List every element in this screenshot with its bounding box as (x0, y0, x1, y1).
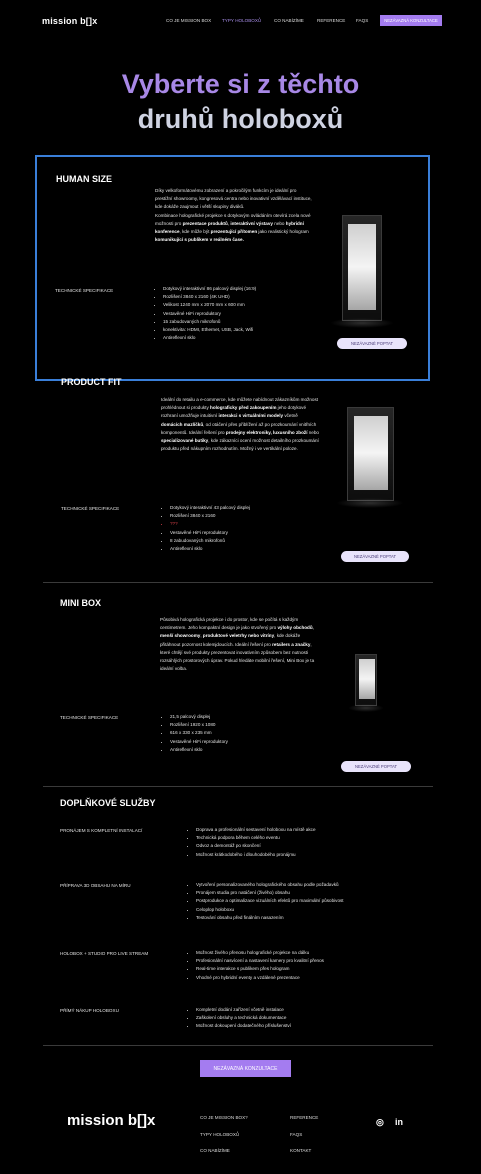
footer-link[interactable]: TYPY HOLOBOXŮ (200, 1132, 239, 1137)
divider (43, 1045, 433, 1046)
list-item: Profesionální nasvícení a nastavení kame… (196, 957, 446, 965)
list-item: Možnost dokoupení dodatečného příslušens… (196, 1022, 446, 1030)
list-item: 15 zabudovaných mikrofonů (163, 318, 333, 326)
list-item: 8 zabudovaných mikrofonů (170, 537, 330, 545)
list-item: Real-time interakce s publikem přes holo… (196, 965, 446, 973)
nav-typy-holoboxu[interactable]: TYPY HOLOBOXŮ (222, 18, 261, 23)
product-title: PRODUCT FIT (61, 377, 122, 387)
list-item: Antireflexní sklo (170, 746, 330, 754)
product-description: Působivá holografická projekce i do pros… (160, 617, 315, 672)
list-item: Vestavěné HiFi reproduktory (163, 310, 333, 318)
mini-box-holobox-image (355, 654, 377, 706)
list-item: Antireflexní sklo (170, 545, 330, 553)
list-item: Vestavěné HiFi reproduktory (170, 738, 330, 746)
service-label: PRONÁJEM S KOMPLETNÍ INSTALACÍ (60, 828, 143, 833)
list-item: Možnost krátkodobého i dlouhodobého pron… (196, 851, 446, 859)
footer-link[interactable]: CO JE MISSION BOX? (200, 1115, 248, 1120)
list-item: Doprava a profesionální sestavení holobo… (196, 826, 446, 834)
nav-co-nabizime[interactable]: CO NABÍZÍME (274, 18, 304, 23)
nav-faqs[interactable]: FAQS (356, 18, 368, 23)
spec-list: Dotykový interaktivní 43 palcový displej… (162, 504, 330, 553)
list-item: Odvoz a demontáž po skončení (196, 842, 446, 850)
divider (43, 786, 433, 787)
list-item: Rozlišení 1920 x 1080 (170, 721, 330, 729)
list-item: Rozlišení 3840 x 2160 (170, 512, 330, 520)
list-item: Zaškolení obsluhy a technická dokumentac… (196, 1014, 446, 1022)
list-item: Technická podpora během celého eventu (196, 834, 446, 842)
list-item: Testování obsahu před finálním nasazením (196, 914, 446, 922)
inquiry-button[interactable]: NEZÁVAZNÉ POPTAT (341, 551, 409, 562)
linkedin-icon[interactable]: in (395, 1117, 403, 1127)
list-item: Postprodukce a optimalizace vizuálních e… (196, 897, 446, 905)
product-title: HUMAN SIZE (56, 174, 112, 184)
service-points: Doprava a profesionální sestavení holobo… (188, 826, 446, 859)
inquiry-button[interactable]: NEZÁVAZNÉ POPTAT (337, 338, 407, 349)
service-label: PŘÍMÝ NÁKUP HOLOBOXU (60, 1008, 119, 1013)
footer-link[interactable]: FAQS (290, 1132, 302, 1137)
divider (43, 582, 433, 583)
list-item: Velikost 1240 mm x 2070 mm x 600 mm (163, 301, 333, 309)
spec-label: TECHNICKÉ SPECIFIKACE (60, 715, 119, 720)
service-label: PŘÍPRAVA 3D OBSAHU NA MÍRU (60, 883, 131, 888)
service-label: HOLOBOX + STUDIO PRO LIVE STREAM (60, 951, 149, 956)
service-points: Možnost živého přenosu holografické proj… (188, 949, 446, 982)
spec-list: 21,5 palcový displejRozlišení 1920 x 108… (162, 713, 330, 754)
list-item: Dotykový interaktivní 43 palcový displej (170, 504, 330, 512)
product-description: Díky velkoformátovému zobrazení a pokroč… (155, 188, 312, 243)
nav-reference[interactable]: REFERENCE (317, 18, 345, 23)
list-item: Možnost živého přenosu holografické proj… (196, 949, 446, 957)
human-size-holobox-image (342, 215, 382, 321)
header-consultation-button[interactable]: NEZÁVAZNÁ KONZULTACE (380, 15, 442, 26)
list-item: Vestavěné HiFi reproduktory (170, 529, 330, 537)
product-fit-holobox-image (347, 407, 394, 501)
list-item: ??? (170, 520, 330, 528)
spec-list: Dotykový interaktivní 86 palcový displej… (155, 285, 333, 342)
list-item: Antireflexní sklo (163, 334, 333, 342)
list-item: Vytvoření personalizovaného holografické… (196, 881, 446, 889)
services-title: DOPLŇKOVÉ SLUŽBY (60, 798, 156, 808)
service-points: Kompletní dodání zařízení včetně instala… (188, 1006, 446, 1031)
hero-title-line1: Vyberte si z těchto (121, 69, 360, 99)
instagram-icon[interactable]: ◎ (376, 1117, 384, 1128)
service-points: Vytvoření personalizovaného holografické… (188, 881, 446, 922)
list-item: Dotykový interaktivní 86 palcový displej… (163, 285, 333, 293)
list-item: Celoplop holoboxu (196, 906, 446, 914)
inquiry-button[interactable]: NEZÁVAZNÉ POPTAT (341, 761, 411, 772)
list-item: 616 x 330 x 235 mm (170, 729, 330, 737)
consultation-button[interactable]: NEZÁVAZNÁ KONZULTACE (200, 1060, 291, 1077)
list-item: Pronájem studia pro natáčení (živého) ob… (196, 889, 446, 897)
hero-title-line2: druhů holoboxů (137, 104, 344, 134)
product-title: MINI BOX (60, 598, 102, 608)
nav-co-je-mission-box[interactable]: CO JE MISSION BOX (166, 18, 211, 23)
footer-link[interactable]: KONTAKT (290, 1148, 311, 1153)
list-item: Vhodné pro hybridní eventy a vzdálené pr… (196, 974, 446, 982)
list-item: 21,5 palcový displej (170, 713, 330, 721)
list-item: konektivita: HDMI, Ethernet, USB, Jack, … (163, 326, 333, 334)
list-item: Rozlišení 3840 x 2160 (4K UHD) (163, 293, 333, 301)
spec-label: TECHNICKÉ SPECIFIKACE (61, 506, 120, 511)
footer-link[interactable]: CO NABÍZÍME (200, 1148, 230, 1153)
footer-link[interactable]: REFERENCE (290, 1115, 318, 1120)
spec-label: TECHNICKÉ SPECIFIKACE (55, 288, 114, 293)
logo[interactable]: mission b[]x (42, 16, 97, 26)
footer-logo[interactable]: mission b[]x (67, 1112, 155, 1129)
product-description: Ideální do retailu a e-commerce, kde můž… (161, 397, 319, 452)
list-item: Kompletní dodání zařízení včetně instala… (196, 1006, 446, 1014)
